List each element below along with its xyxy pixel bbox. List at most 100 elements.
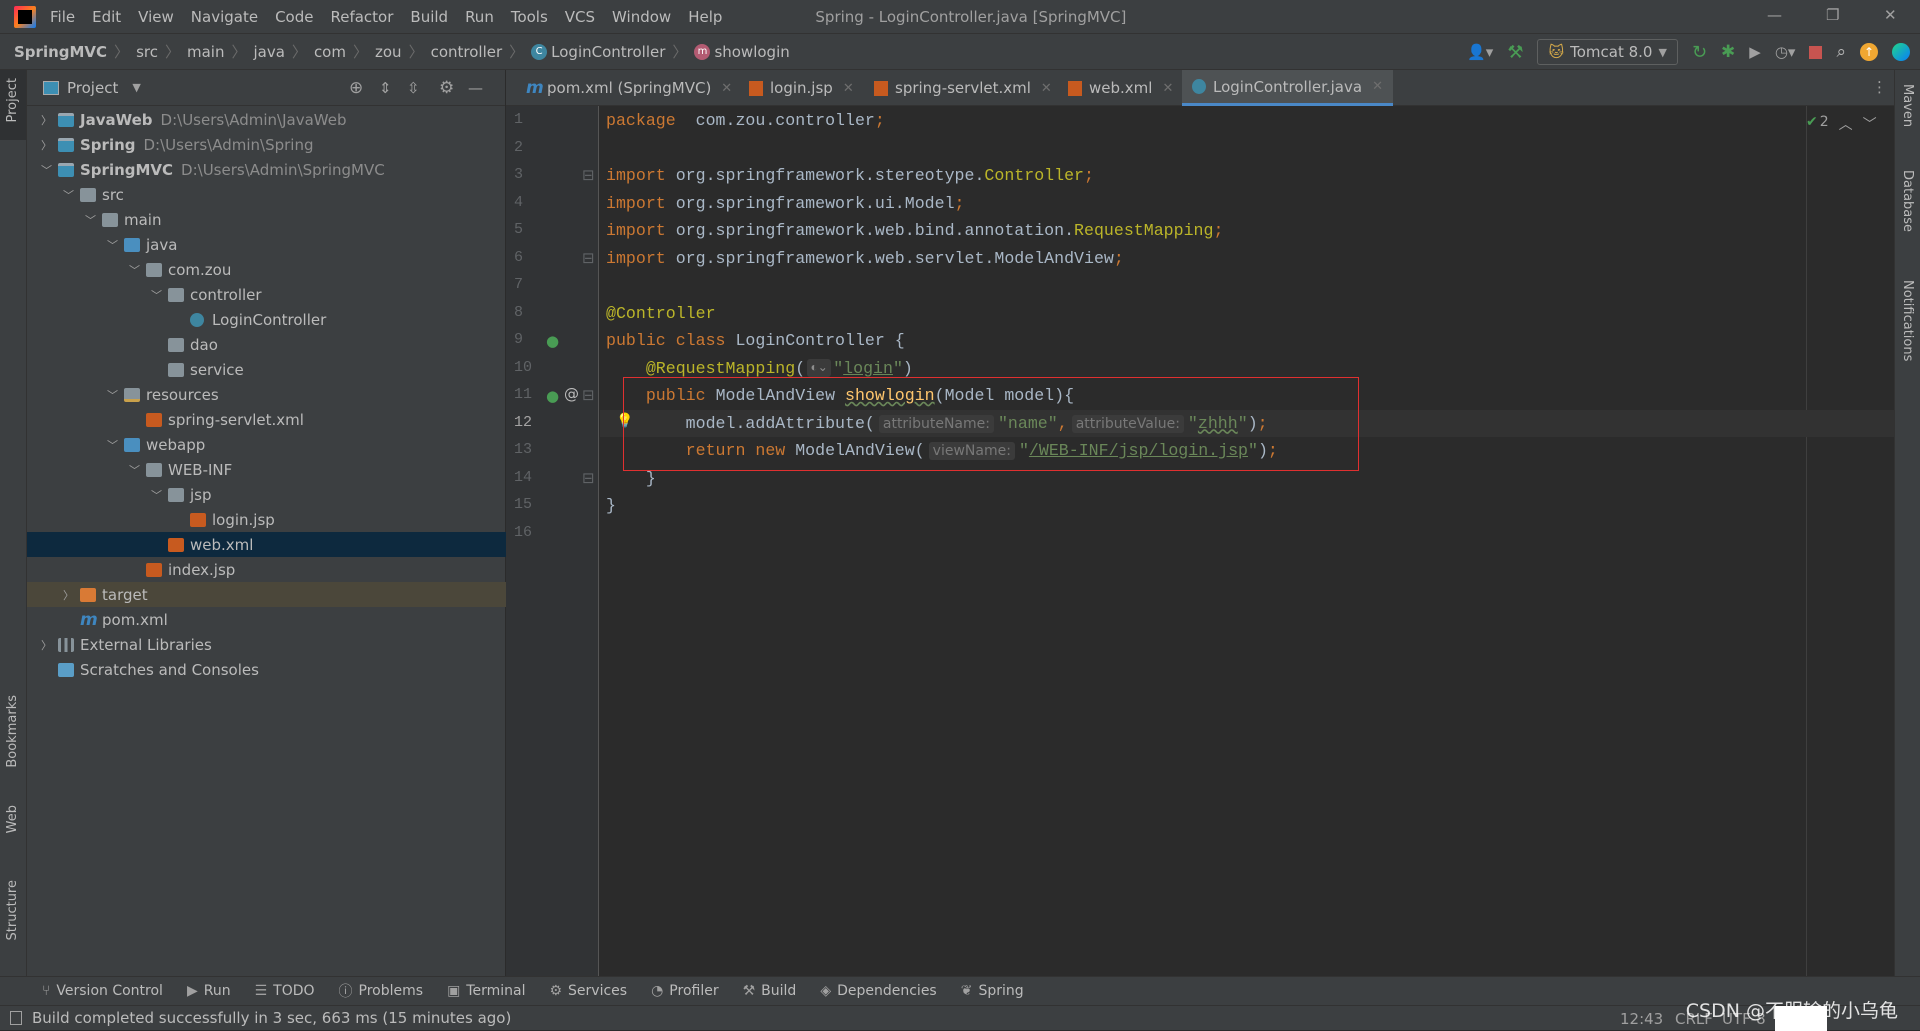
bookmarks-tool-button[interactable]: Bookmarks [5,695,20,768]
gear-icon[interactable]: ⚙ [439,78,454,98]
menu-navigate[interactable]: Navigate [191,8,258,26]
previous-highlight-icon[interactable]: ︿ [1839,114,1853,134]
line-number[interactable]: 5 [514,221,540,238]
line-number[interactable]: 15 [514,496,540,513]
chevron-right-icon[interactable]: 〉 [41,112,52,128]
line-number[interactable]: 12 [514,414,540,431]
line-number[interactable]: 3 [514,166,540,183]
locate-file-icon[interactable]: ⊕ [349,78,363,98]
code-line[interactable]: import org.springframework.web.bind.anno… [606,217,1223,244]
code-with-me-icon[interactable] [1892,43,1910,61]
tree-item[interactable]: 〉 Spring D:\Users\Admin\Spring [27,132,506,157]
crumb-com[interactable]: com 〉 [314,41,375,62]
chevron-down-icon[interactable]: ﹀ [129,262,140,278]
crumb-zou[interactable]: zou 〉 [375,41,431,62]
tab-pom-xml-springmvc-[interactable]: m pom.xml (SpringMVC) ✕ [516,70,742,106]
chevron-down-icon[interactable]: ﹀ [129,462,140,478]
line-number[interactable]: 6 [514,249,540,266]
tool-todo[interactable]: ☰ TODO [255,983,315,999]
menu-build[interactable]: Build [410,8,448,26]
tab-spring-servlet-xml[interactable]: spring-servlet.xml ✕ [864,70,1062,106]
tree-item[interactable]: 〉 target [27,582,506,607]
chevron-down-icon[interactable]: ﹀ [151,287,162,303]
crumb-project[interactable]: SpringMVC 〉 [14,41,136,62]
code-line[interactable]: import org.springframework.web.servlet.M… [606,245,1124,272]
menu-view[interactable]: View [138,8,174,26]
tree-item[interactable]: login.jsp [27,507,506,532]
tool-spring[interactable]: ❦ Spring [961,983,1024,999]
crumb-method[interactable]: m showlogin [694,43,790,61]
code-line[interactable]: import org.springframework.stereotype.Co… [606,162,1094,189]
tree-item[interactable]: 〉 JavaWeb D:\Users\Admin\JavaWeb [27,107,506,132]
caret-position[interactable]: 12:43 [1620,1010,1663,1028]
tree-item[interactable]: ﹀ src [27,182,506,207]
tool-build[interactable]: ⚒ Build [743,983,797,999]
url-globe-icon[interactable]: ◐⌄ [807,359,832,378]
fold-icon[interactable]: ⊟ [582,249,595,267]
menu-vcs[interactable]: VCS [565,8,595,26]
crumb-java[interactable]: java 〉 [253,41,313,62]
tree-item[interactable]: ﹀ controller [27,282,506,307]
menu-file[interactable]: File [50,8,75,26]
bean-class-icon[interactable]: ● [546,332,559,350]
chevron-down-icon[interactable]: ﹀ [151,487,162,503]
chevron-down-icon[interactable]: ﹀ [107,387,118,403]
menu-help[interactable]: Help [688,8,722,26]
close-tab-icon[interactable]: ✕ [1372,79,1383,94]
menu-run[interactable]: Run [465,8,494,26]
tool-terminal[interactable]: ▣ Terminal [447,983,525,999]
crumb-main[interactable]: main 〉 [187,41,254,62]
tree-item[interactable]: ﹀ java [27,232,506,257]
code-editor[interactable]: 1 2 3 4 5 6 7 8 9 10 11 12 13 14 15 16 ● ● @ ⊟ ⊟ ⊟ ⊟ package c… [506,106,1894,976]
tree-item[interactable]: Scratches and Consoles [27,657,506,682]
menu-refactor[interactable]: Refactor [330,8,393,26]
tree-item[interactable]: web.xml [27,532,506,557]
build-hammer-icon[interactable]: ⚒ [1507,42,1523,63]
line-number[interactable]: 8 [514,304,540,321]
coverage-icon[interactable]: ▶ [1749,43,1761,61]
user-icon[interactable]: 👤▾ [1467,43,1493,61]
menu-code[interactable]: Code [275,8,313,26]
tree-item[interactable]: m pom.xml [27,607,506,632]
tree-item[interactable]: dao [27,332,506,357]
line-number[interactable]: 4 [514,194,540,211]
tab-login-jsp[interactable]: login.jsp ✕ [739,70,864,106]
status-panel-icon[interactable] [10,1011,22,1025]
tool-profiler[interactable]: ◔ Profiler [651,983,719,999]
tree-item[interactable]: ﹀ webapp [27,432,506,457]
tool-version-control[interactable]: ⑂ Version Control [42,983,163,999]
chevron-down-icon[interactable]: ﹀ [107,237,118,253]
chevron-down-icon[interactable]: ▼ [132,81,140,94]
run-config-dropdown[interactable]: 🐱 Tomcat 8.0 ▼ [1537,39,1678,65]
line-number[interactable]: 2 [514,139,540,156]
project-view-selector[interactable]: Project [67,79,118,97]
menu-edit[interactable]: Edit [92,8,121,26]
close-tab-icon[interactable]: ✕ [843,81,854,96]
expand-all-icon[interactable]: ⇕ [379,79,392,97]
tree-item[interactable]: ﹀ com.zou [27,257,506,282]
chevron-right-icon[interactable]: 〉 [41,637,52,653]
fold-icon[interactable]: ⊟ [582,469,595,487]
tab-web-xml[interactable]: web.xml ✕ [1058,70,1183,106]
tree-item[interactable]: spring-servlet.xml [27,407,506,432]
chevron-right-icon[interactable]: 〉 [63,587,74,603]
chevron-down-icon[interactable]: ﹀ [107,437,118,453]
fold-icon[interactable]: ⊟ [582,386,595,404]
tree-item[interactable]: ﹀ WEB-INF [27,457,506,482]
tree-item[interactable]: index.jsp [27,557,506,582]
line-number[interactable]: 14 [514,469,540,486]
more-tabs-icon[interactable]: ⋮ [1872,78,1887,96]
chevron-down-icon[interactable]: ﹀ [41,162,52,178]
crumb-src[interactable]: src 〉 [136,41,187,62]
close-tab-icon[interactable]: ✕ [1041,81,1052,96]
profile-icon[interactable]: ◷▾ [1775,43,1796,61]
inspection-widget[interactable]: ✔ 2 ︿ ﹀ [1806,114,1877,134]
status-message[interactable]: Build completed successfully in 3 sec, 6… [32,1009,511,1027]
tree-item[interactable]: LoginController [27,307,506,332]
line-number[interactable]: 11 [514,386,540,403]
menu-tools[interactable]: Tools [511,8,548,26]
tool-run[interactable]: ▶ Run [187,983,231,999]
structure-tool-button[interactable]: Structure [5,880,20,940]
web-tool-button[interactable]: Web [5,805,20,833]
tool-problems[interactable]: ⓘ Problems [339,981,424,1001]
